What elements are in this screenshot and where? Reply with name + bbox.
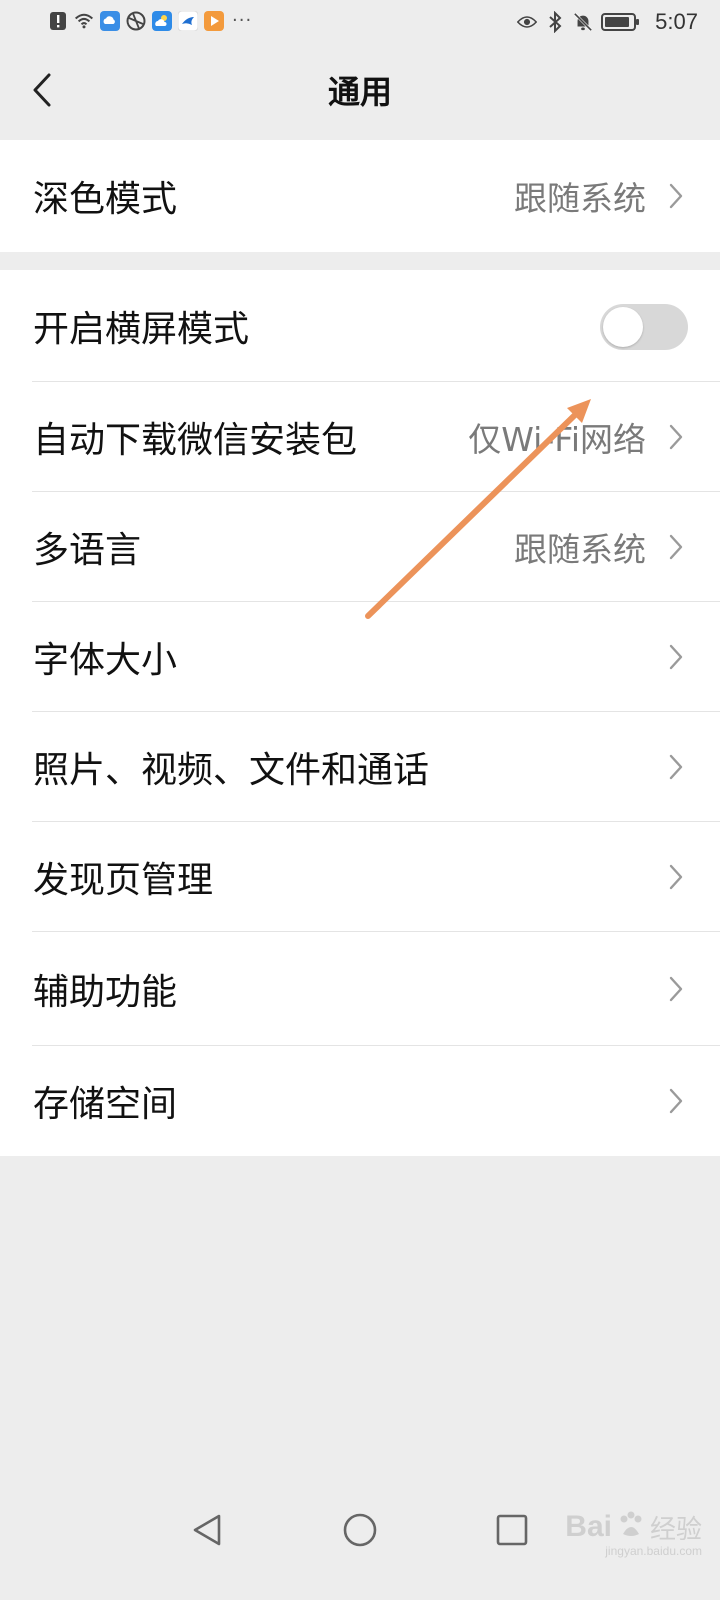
setting-accessibility[interactable]: 辅助功能	[0, 932, 720, 1046]
nav-home-button[interactable]	[338, 1510, 382, 1554]
cloud-icon	[100, 10, 120, 31]
wifi-icon	[74, 11, 94, 31]
setting-label: 辅助功能	[33, 972, 178, 1013]
circle-home-icon	[342, 1512, 378, 1552]
more-notifications: ···	[232, 10, 253, 31]
watermark: Bai 经验 jingyan.baidu.com	[565, 1500, 702, 1558]
status-bar: ··· 5:07	[0, 0, 720, 46]
setting-storage[interactable]: 存储空间	[0, 1046, 720, 1156]
setting-label: 开启横屏模式	[33, 309, 250, 350]
setting-discover[interactable]: 发现页管理	[0, 822, 720, 932]
bird-app-icon	[178, 10, 198, 31]
triangle-back-icon	[191, 1513, 223, 1551]
battery-icon	[601, 12, 641, 32]
chevron-right-icon	[666, 602, 686, 712]
nav-bar: 通用	[0, 46, 720, 140]
landscape-toggle[interactable]	[600, 304, 688, 350]
chevron-right-icon	[666, 492, 686, 602]
bell-muted-icon	[573, 12, 593, 32]
chevron-right-icon	[666, 140, 686, 252]
chevron-right-icon	[666, 1046, 686, 1156]
page-title: 通用	[327, 73, 392, 111]
setting-label: 深色模式	[33, 179, 178, 220]
square-recents-icon	[495, 1513, 529, 1551]
settings-group-display: 深色模式 跟随系统	[0, 140, 720, 252]
bluetooth-icon	[545, 11, 565, 33]
setting-language[interactable]: 多语言 跟随系统	[0, 492, 720, 602]
settings-group-general: 开启横屏模式 自动下载微信安装包 仅Wi-Fi网络 多语言 跟随系统 字体大小 …	[0, 270, 720, 1156]
chevron-right-icon	[666, 712, 686, 822]
toggle-knob	[603, 307, 643, 347]
nav-back-button[interactable]	[185, 1510, 229, 1554]
chevron-right-icon	[666, 822, 686, 932]
setting-font-size[interactable]: 字体大小	[0, 602, 720, 712]
setting-label: 发现页管理	[33, 860, 214, 901]
setting-value: 跟随系统	[514, 530, 646, 569]
watermark-brand-cn: 经验	[649, 1514, 702, 1545]
watermark-brand: Bai	[565, 1510, 612, 1543]
paw-icon	[616, 1510, 646, 1544]
weather-icon	[152, 10, 172, 31]
setting-dark-mode[interactable]: 深色模式 跟随系统	[0, 140, 720, 252]
notification-icons: ···	[48, 10, 252, 31]
setting-value: 仅Wi-Fi网络	[468, 420, 646, 459]
chevron-right-icon	[666, 382, 686, 492]
alert-icon	[48, 11, 68, 31]
setting-media[interactable]: 照片、视频、文件和通话	[0, 712, 720, 822]
globe-icon	[126, 11, 146, 31]
setting-label: 自动下载微信安装包	[33, 420, 358, 461]
setting-auto-download[interactable]: 自动下载微信安装包 仅Wi-Fi网络	[0, 382, 720, 492]
setting-label: 字体大小	[33, 640, 178, 681]
setting-value: 跟随系统	[514, 179, 646, 218]
clock: 5:07	[655, 9, 698, 34]
setting-landscape-mode: 开启横屏模式	[0, 270, 720, 382]
system-icons: 5:07	[517, 9, 698, 35]
nav-recents-button[interactable]	[490, 1510, 534, 1554]
chevron-right-icon	[666, 932, 686, 1046]
setting-label: 存储空间	[33, 1084, 178, 1125]
watermark-url: jingyan.baidu.com	[605, 1544, 702, 1558]
setting-label: 照片、视频、文件和通话	[33, 750, 430, 791]
video-app-icon	[204, 10, 224, 31]
eye-icon	[517, 12, 538, 32]
setting-label: 多语言	[33, 530, 142, 571]
